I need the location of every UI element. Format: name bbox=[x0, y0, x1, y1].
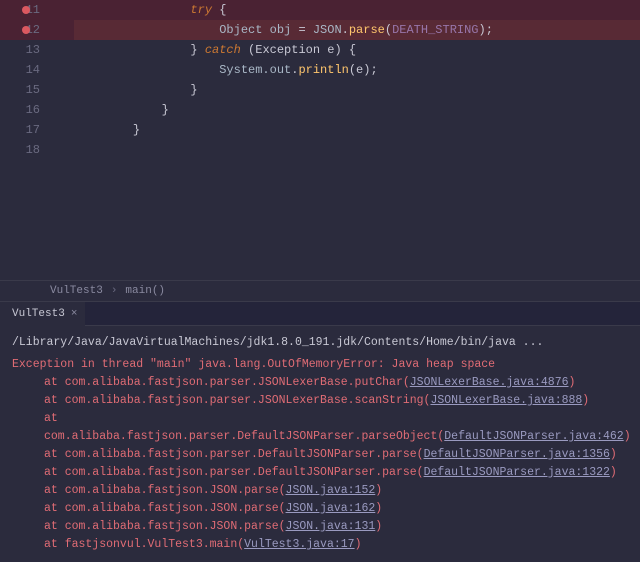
breadcrumb-method[interactable]: main() bbox=[125, 285, 165, 297]
code-line[interactable]: 15 } bbox=[0, 80, 640, 100]
console-output[interactable]: /Library/Java/JavaVirtualMachines/jdk1.8… bbox=[0, 326, 640, 562]
gutter[interactable]: 18 bbox=[0, 140, 44, 160]
code-editor[interactable]: 11 try {12 Object obj = JSON.parse(DEATH… bbox=[0, 0, 640, 280]
chevron-right-icon: › bbox=[111, 285, 118, 297]
gutter[interactable]: 16 bbox=[0, 100, 44, 120]
code-content[interactable]: } bbox=[74, 120, 640, 140]
code-content[interactable]: } bbox=[74, 100, 640, 120]
code-content[interactable]: System.out.println(e); bbox=[74, 60, 640, 80]
stack-frame: at com.alibaba.fastjson.JSON.parse(JSON.… bbox=[12, 518, 628, 536]
stack-frame: at fastjsonvul.VulTest3.main(VulTest3.ja… bbox=[12, 536, 628, 554]
gutter-fill bbox=[44, 100, 74, 120]
stack-frame: at com.alibaba.fastjson.JSON.parse(JSON.… bbox=[12, 482, 628, 500]
gutter[interactable]: 14 bbox=[0, 60, 44, 80]
source-link[interactable]: JSONLexerBase.java:4876 bbox=[410, 376, 569, 389]
stack-frame: at com.alibaba.fastjson.JSON.parse(JSON.… bbox=[12, 500, 628, 518]
code-content[interactable]: try { bbox=[74, 0, 640, 20]
source-link[interactable]: JSON.java:131 bbox=[286, 520, 376, 533]
code-content[interactable]: Object obj = JSON.parse(DEATH_STRING); bbox=[74, 20, 640, 40]
gutter-fill bbox=[44, 80, 74, 100]
gutter-fill bbox=[44, 60, 74, 80]
code-content[interactable] bbox=[74, 140, 640, 160]
code-line[interactable]: 11 try { bbox=[0, 0, 640, 20]
code-content[interactable]: } catch (Exception e) { bbox=[74, 40, 640, 60]
code-line[interactable]: 17 } bbox=[0, 120, 640, 140]
stack-frame: at com.alibaba.fastjson.parser.DefaultJS… bbox=[12, 464, 628, 482]
gutter-fill bbox=[44, 120, 74, 140]
close-icon[interactable]: × bbox=[71, 308, 78, 320]
run-panel: VulTest3 × /Library/Java/JavaVirtualMach… bbox=[0, 301, 640, 562]
gutter[interactable]: 11 bbox=[0, 0, 44, 20]
breakpoint-icon[interactable] bbox=[22, 26, 30, 34]
source-link[interactable]: DefaultJSONParser.java:1356 bbox=[424, 448, 610, 461]
breadcrumb-class[interactable]: VulTest3 bbox=[50, 285, 103, 297]
code-line[interactable]: 12 Object obj = JSON.parse(DEATH_STRING)… bbox=[0, 20, 640, 40]
gutter-fill bbox=[44, 140, 74, 160]
breadcrumb: VulTest3 › main() bbox=[0, 280, 640, 301]
gutter-fill bbox=[44, 40, 74, 60]
gutter[interactable]: 17 bbox=[0, 120, 44, 140]
stack-frame: at com.alibaba.fastjson.parser.JSONLexer… bbox=[12, 374, 628, 392]
code-content[interactable]: } bbox=[74, 80, 640, 100]
gutter[interactable]: 15 bbox=[0, 80, 44, 100]
panel-tab-row: VulTest3 × bbox=[0, 302, 640, 326]
source-link[interactable]: VulTest3.java:17 bbox=[244, 538, 354, 551]
tab-label: VulTest3 bbox=[12, 308, 65, 320]
gutter-fill bbox=[44, 0, 74, 20]
exception-header: Exception in thread "main" java.lang.Out… bbox=[12, 356, 628, 374]
gutter[interactable]: 12 bbox=[0, 20, 44, 40]
gutter[interactable]: 13 bbox=[0, 40, 44, 60]
breakpoint-icon[interactable] bbox=[22, 6, 30, 14]
stack-frame: at com.alibaba.fastjson.parser.DefaultJS… bbox=[12, 410, 628, 446]
stack-frame: at com.alibaba.fastjson.parser.JSONLexer… bbox=[12, 392, 628, 410]
source-link[interactable]: DefaultJSONParser.java:1322 bbox=[424, 466, 610, 479]
source-link[interactable]: DefaultJSONParser.java:462 bbox=[444, 430, 623, 443]
code-line[interactable]: 16 } bbox=[0, 100, 640, 120]
code-line[interactable]: 14 System.out.println(e); bbox=[0, 60, 640, 80]
source-link[interactable]: JSONLexerBase.java:888 bbox=[430, 394, 582, 407]
code-line[interactable]: 18 bbox=[0, 140, 640, 160]
gutter-fill bbox=[44, 20, 74, 40]
source-link[interactable]: JSON.java:152 bbox=[286, 484, 376, 497]
code-line[interactable]: 13 } catch (Exception e) { bbox=[0, 40, 640, 60]
source-link[interactable]: JSON.java:162 bbox=[286, 502, 376, 515]
console-command: /Library/Java/JavaVirtualMachines/jdk1.8… bbox=[12, 334, 628, 352]
stack-frame: at com.alibaba.fastjson.parser.DefaultJS… bbox=[12, 446, 628, 464]
panel-tab[interactable]: VulTest3 × bbox=[0, 302, 85, 326]
